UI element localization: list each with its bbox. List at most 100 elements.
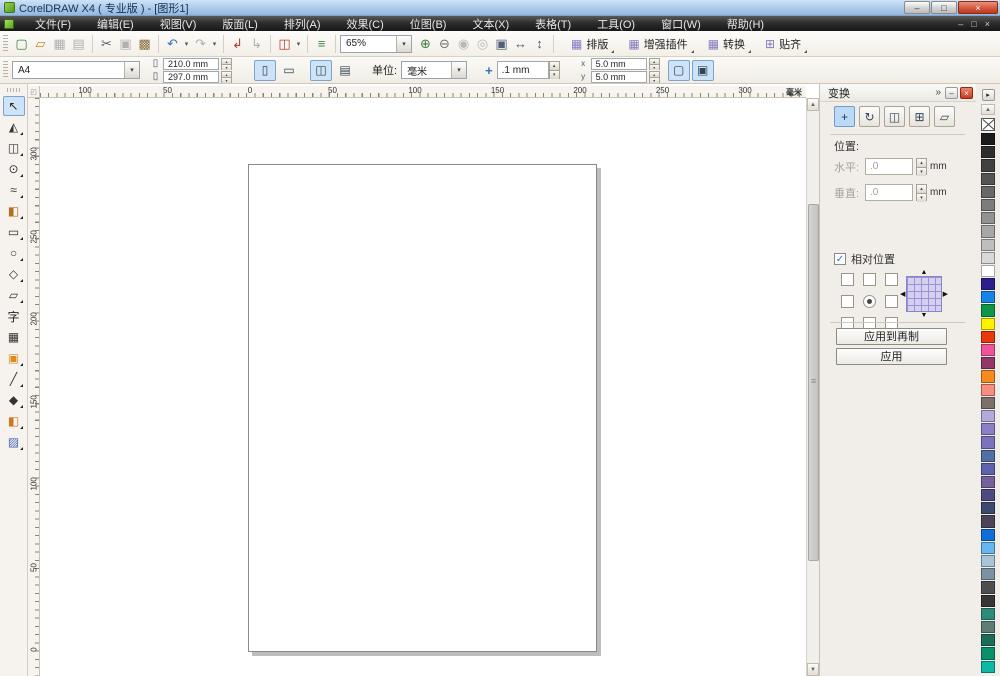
paper-width-field[interactable]: 210.0 mm — [163, 58, 219, 70]
docker-minimize-button[interactable]: – — [945, 87, 958, 99]
treat-as-filled-button[interactable]: ▢ — [668, 60, 690, 81]
same-layout-button[interactable]: ◫ — [310, 60, 332, 81]
menu-item-window[interactable]: 窗口(W) — [648, 15, 714, 33]
color-swatch-24[interactable] — [981, 450, 995, 462]
menu-item-view[interactable]: 视图(V) — [147, 15, 210, 33]
polygon-tool[interactable]: ◇ — [3, 264, 25, 284]
zoom-to-all-button[interactable]: ◎ — [473, 34, 492, 53]
skew-button[interactable]: ▱ — [934, 106, 955, 127]
color-swatch-27[interactable] — [981, 489, 995, 501]
color-swatch-28[interactable] — [981, 502, 995, 514]
color-swatch-12[interactable] — [981, 291, 995, 303]
docker-close-button[interactable]: × — [960, 87, 973, 99]
paper-width-spinner[interactable]: ▴▾ — [221, 58, 232, 70]
chevron-down-icon[interactable]: ▾ — [451, 62, 466, 78]
color-swatch-17[interactable] — [981, 357, 995, 369]
color-swatch-32[interactable] — [981, 555, 995, 567]
color-swatch-3[interactable] — [981, 173, 995, 185]
position-button[interactable]: + — [834, 106, 855, 127]
menu-item-text[interactable]: 文本(X) — [459, 15, 522, 33]
vertical-spinner[interactable]: ▴▾ — [916, 184, 927, 201]
color-swatch-40[interactable] — [981, 661, 995, 673]
eyedropper-tool[interactable]: ╱ — [3, 369, 25, 389]
color-swatch-36[interactable] — [981, 608, 995, 620]
color-swatch-30[interactable] — [981, 529, 995, 541]
color-swatch-4[interactable] — [981, 186, 995, 198]
color-swatch-20[interactable] — [981, 397, 995, 409]
color-swatch-35[interactable] — [981, 595, 995, 607]
scale-mirror-button[interactable]: ◫ — [884, 106, 905, 127]
basic-shapes-tool[interactable]: ▱ — [3, 285, 25, 305]
pick-tool[interactable]: ↖ — [3, 96, 25, 116]
vertical-scrollbar[interactable]: ▲ ▼ — [806, 98, 819, 676]
docker-chevron-icon[interactable]: » — [935, 87, 941, 98]
menu-item-tools[interactable]: 工具(O) — [584, 15, 648, 33]
apply-to-duplicate-button[interactable]: 应用到再制 — [836, 328, 947, 345]
paper-height-spinner[interactable]: ▴▾ — [221, 71, 232, 83]
color-swatch-6[interactable] — [981, 212, 995, 224]
palette-scroll-up-button[interactable]: ▲ — [981, 104, 995, 115]
open-folder-button[interactable]: ▱ — [31, 34, 50, 53]
interactive-blend-tool[interactable]: ▣ — [3, 348, 25, 368]
menu-item-table[interactable]: 表格(T) — [522, 15, 584, 33]
units-combo[interactable]: 毫米 ▾ — [401, 61, 467, 79]
table-tool[interactable]: ▦ — [3, 327, 25, 347]
menu-item-edit[interactable]: 编辑(E) — [84, 15, 147, 33]
new-document-button[interactable]: ▢ — [12, 34, 31, 53]
duplicate-y-field[interactable]: 5.0 mm — [591, 71, 647, 83]
ellipse-tool[interactable]: ○ — [3, 243, 25, 263]
scrollbar-thumb[interactable] — [808, 204, 819, 561]
horizontal-field[interactable]: .0 — [865, 158, 913, 175]
fill-tool[interactable]: ◧ — [3, 411, 25, 431]
ruler-origin-button[interactable]: ◰ — [28, 86, 40, 98]
redo-button[interactable]: ↷ — [191, 34, 210, 53]
duplicate-y-spinner[interactable]: ▴▾ — [649, 71, 660, 83]
crop-tool[interactable]: ◫ — [3, 138, 25, 158]
relative-position-checkbox[interactable]: ✓ — [834, 253, 846, 265]
portrait-button[interactable]: ▯ — [254, 60, 276, 81]
shape-tool[interactable]: ◭ — [3, 117, 25, 137]
zoom-to-page-button[interactable]: ▣ — [492, 34, 511, 53]
horizontal-ruler[interactable]: 毫米 10050050100150200250300 — [40, 86, 806, 98]
color-swatch-9[interactable] — [981, 252, 995, 264]
menu-item-file[interactable]: 文件(F) — [22, 15, 84, 33]
facing-layout-button[interactable]: ▤ — [334, 60, 356, 81]
color-swatch-18[interactable] — [981, 370, 995, 382]
color-swatch-25[interactable] — [981, 463, 995, 475]
vertical-ruler[interactable]: 300250200150100500 — [28, 98, 40, 676]
cut-button[interactable]: ✂ — [97, 34, 116, 53]
paper-height-field[interactable]: 297.0 mm — [163, 71, 219, 83]
zoom-in-button[interactable]: ⊕ — [416, 34, 435, 53]
child-minimize-button[interactable]: – — [958, 19, 963, 29]
color-swatch-5[interactable] — [981, 199, 995, 211]
color-swatch-19[interactable] — [981, 384, 995, 396]
color-swatch-8[interactable] — [981, 239, 995, 251]
child-restore-button[interactable]: □ — [971, 19, 976, 29]
anchor-cell-4[interactable] — [863, 295, 876, 308]
save-button[interactable]: ▦ — [50, 34, 69, 53]
wrap-text-button[interactable]: ▣ — [692, 60, 714, 81]
color-swatch-33[interactable] — [981, 568, 995, 580]
workspace-button-plugins[interactable]: ▦增强插件 — [621, 34, 694, 54]
maximize-button[interactable]: □ — [931, 1, 957, 14]
menu-item-help[interactable]: 帮助(H) — [714, 15, 777, 33]
color-swatch-22[interactable] — [981, 423, 995, 435]
anchor-cell-1[interactable] — [863, 273, 876, 286]
horizontal-spinner[interactable]: ▴▾ — [916, 158, 927, 175]
options-button[interactable]: ≡ — [312, 34, 331, 53]
color-swatch-16[interactable] — [981, 344, 995, 356]
size-button[interactable]: ⊞ — [909, 106, 930, 127]
color-swatch-31[interactable] — [981, 542, 995, 554]
smart-fill-tool[interactable]: ◧ — [3, 201, 25, 221]
anchor-cell-3[interactable] — [841, 295, 854, 308]
color-swatch-11[interactable] — [981, 278, 995, 290]
chevron-down-icon[interactable]: ▾ — [124, 62, 139, 78]
zoom-page-width-button[interactable]: ↔ — [511, 34, 530, 53]
menu-item-effects[interactable]: 效果(C) — [334, 15, 397, 33]
color-swatch-38[interactable] — [981, 634, 995, 646]
rectangle-tool[interactable]: ▭ — [3, 222, 25, 242]
paper-preset-combo[interactable]: A4 ▾ — [12, 61, 140, 79]
color-swatch-34[interactable] — [981, 581, 995, 593]
close-button[interactable]: × — [958, 1, 998, 14]
application-launcher-button[interactable]: ◫ — [275, 34, 294, 53]
